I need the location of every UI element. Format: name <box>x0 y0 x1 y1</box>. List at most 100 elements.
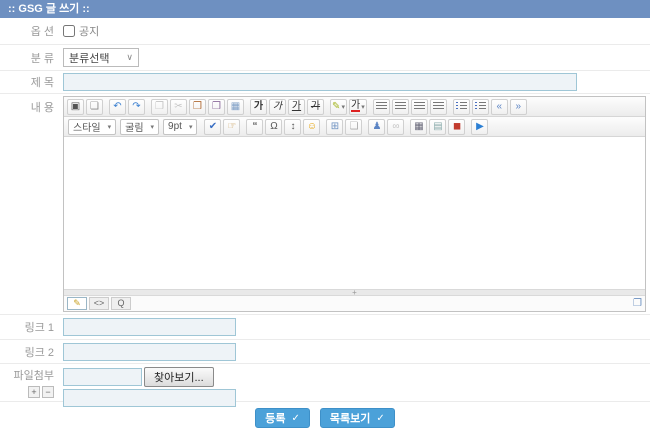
paste-special-button[interactable]: ❒ <box>208 99 225 115</box>
spell-check-icon: ✔ <box>209 122 217 132</box>
unordered-list-button[interactable] <box>472 99 489 115</box>
film-button[interactable]: ▦ <box>410 119 427 135</box>
browse-button[interactable]: 찾아보기... <box>144 367 214 387</box>
blockquote-button[interactable]: “ <box>246 119 263 135</box>
font-select[interactable]: 굴림▾ <box>120 119 159 135</box>
font-color-icon: 가 <box>351 101 360 112</box>
link1-input[interactable] <box>63 318 236 336</box>
style-select[interactable]: 스타일 ▾ <box>68 119 116 135</box>
italic-icon: 가 <box>273 102 282 112</box>
underline-icon: 가 <box>292 102 301 112</box>
video-button[interactable]: ◼ <box>448 119 465 135</box>
link2-input[interactable] <box>63 343 236 361</box>
content-row: 내 용 ▣❏↶↷❐✂❒❒▦가가가가✎▾가▾«»스타일▾굴림▾9pt▾✔☞“Ω↕☺… <box>0 94 650 315</box>
undo-icon: ↶ <box>113 102 121 112</box>
layer-button[interactable]: ❏ <box>345 119 362 135</box>
undo-button[interactable]: ↶ <box>109 99 126 115</box>
align-justify-button[interactable] <box>430 99 447 115</box>
special-char-icon: Ω <box>270 122 277 132</box>
underline-button[interactable]: 가 <box>288 99 305 115</box>
cut-icon: ✂ <box>174 102 182 112</box>
align-right-button[interactable] <box>411 99 428 115</box>
option-row: 옵 션 공지 <box>0 18 650 45</box>
file-name-input[interactable] <box>63 368 142 386</box>
select-all-button[interactable]: ▦ <box>227 99 244 115</box>
size-select[interactable]: 9pt▾ <box>163 119 197 135</box>
print-icon: ▣ <box>71 102 80 112</box>
new-document-button[interactable]: ❏ <box>86 99 103 115</box>
check-icon: ✓ <box>291 413 299 424</box>
picture-button[interactable]: ▤ <box>429 119 446 135</box>
table-button[interactable]: ⊞ <box>326 119 343 135</box>
expand-editor-icon[interactable]: ❐ <box>633 298 642 309</box>
submit-button-label: 등록 <box>265 410 285 426</box>
category-select[interactable]: 분류선택 ∨ <box>63 48 139 67</box>
edit-mode-tab[interactable]: ✎ <box>67 297 87 310</box>
photo-icon: ♟ <box>372 122 381 132</box>
highlight-color-icon: ✎ <box>332 102 340 112</box>
unordered-list-icon <box>475 102 486 111</box>
sticker-button[interactable]: ☞ <box>223 119 240 135</box>
bold-button[interactable]: 가 <box>250 99 267 115</box>
redo-button[interactable]: ↷ <box>128 99 145 115</box>
strikethrough-button[interactable]: 가 <box>307 99 324 115</box>
ordered-list-button[interactable] <box>453 99 470 115</box>
edit-mode-icon: ✎ <box>73 299 81 308</box>
attach-fields: 찾아보기... <box>63 367 236 407</box>
html-mode-tab[interactable]: <> <box>89 297 109 310</box>
link2-label: 링크 2 <box>0 344 63 360</box>
copy-icon: ❐ <box>155 102 164 112</box>
align-left-icon <box>376 102 387 111</box>
chevron-down-icon: ∨ <box>126 52 133 63</box>
line-height-icon: ↕ <box>290 122 295 132</box>
submit-button[interactable]: 등록 ✓ <box>255 408 310 428</box>
file-description-input[interactable] <box>63 389 236 407</box>
view-list-button[interactable]: 목록보기 ✓ <box>320 408 395 428</box>
check-icon: ✓ <box>376 413 384 424</box>
strikethrough-icon: 가 <box>311 102 320 112</box>
line-height-button[interactable]: ↕ <box>284 119 301 135</box>
add-file-button[interactable]: + <box>28 386 40 398</box>
media-play-icon: ▶ <box>476 122 484 132</box>
print-button[interactable]: ▣ <box>67 99 84 115</box>
wysiwyg-editor: ▣❏↶↷❐✂❒❒▦가가가가✎▾가▾«»스타일▾굴림▾9pt▾✔☞“Ω↕☺⊞❏♟∞… <box>63 96 646 312</box>
notice-checkbox[interactable] <box>63 25 75 37</box>
indent-button[interactable]: » <box>510 99 527 115</box>
option-label: 옵 션 <box>0 23 63 39</box>
html-mode-icon: <> <box>94 299 105 308</box>
attach-controls: + − <box>0 386 54 398</box>
remove-file-button[interactable]: − <box>42 386 54 398</box>
highlight-color-button[interactable]: ✎▾ <box>330 99 347 115</box>
paste-icon: ❒ <box>193 102 202 112</box>
select-all-icon: ▦ <box>231 102 240 112</box>
style-select-icon: 스타일 <box>73 119 101 134</box>
align-left-button[interactable] <box>373 99 390 115</box>
editor-content-area[interactable] <box>64 137 645 289</box>
paste-button[interactable]: ❒ <box>189 99 206 115</box>
spell-check-button[interactable]: ✔ <box>204 119 221 135</box>
preview-mode-tab[interactable]: Q <box>111 297 131 310</box>
emoticon-icon: ☺ <box>307 122 317 132</box>
film-icon: ▦ <box>414 122 423 132</box>
notice-checkbox-wrap: 공지 <box>63 23 99 39</box>
indent-icon: » <box>515 102 521 112</box>
title-input[interactable] <box>63 73 577 91</box>
align-center-button[interactable] <box>392 99 409 115</box>
editor-resize-bar[interactable]: + <box>64 289 645 296</box>
font-color-button[interactable]: 가▾ <box>349 99 367 115</box>
emoticon-button[interactable]: ☺ <box>303 119 320 135</box>
media-play-button[interactable]: ▶ <box>471 119 488 135</box>
outdent-button[interactable]: « <box>491 99 508 115</box>
editor-mode-tabs: ✎ <> Q <box>67 297 133 310</box>
italic-button[interactable]: 가 <box>269 99 286 115</box>
font-select-icon: 굴림 <box>125 119 143 134</box>
write-post-page: :: GSG 글 쓰기 :: 옵 션 공지 분 류 분류선택 ∨ 제 목 내 용… <box>0 0 650 430</box>
align-center-icon <box>395 102 406 111</box>
special-char-button[interactable]: Ω <box>265 119 282 135</box>
caret-down-icon: ▾ <box>341 103 345 111</box>
link-button: ∞ <box>387 119 404 135</box>
caret-down-icon: ▾ <box>108 123 112 131</box>
photo-button[interactable]: ♟ <box>368 119 385 135</box>
new-document-icon: ❏ <box>90 102 99 112</box>
ordered-list-icon <box>456 102 467 111</box>
